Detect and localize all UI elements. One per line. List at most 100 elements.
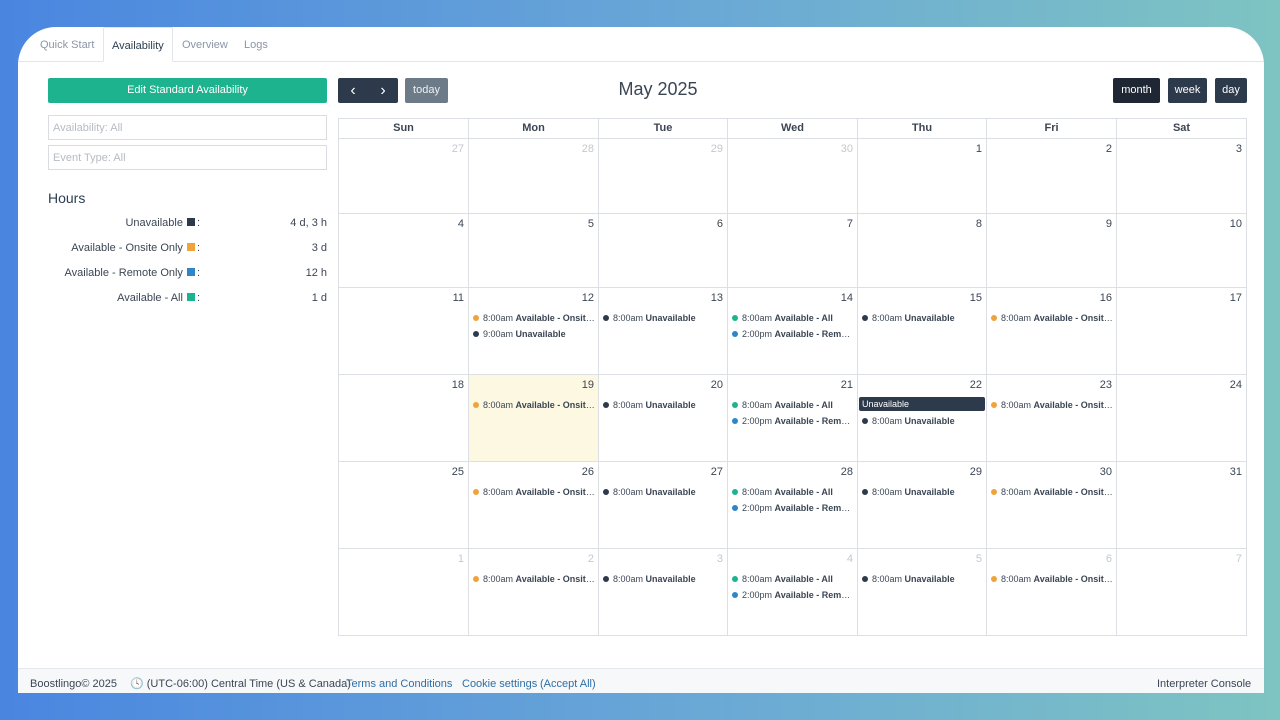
day-number[interactable]: 5 [976,553,982,565]
day-number[interactable]: 7 [847,218,853,230]
day-cell[interactable]: 2 8:00am Available - Onsite Only [469,549,599,635]
day-cell[interactable]: 24 [1117,375,1246,462]
day-cell[interactable]: 11 [339,288,469,375]
day-cell[interactable]: 7 [1117,549,1246,635]
day-cell[interactable]: 27 [339,139,469,214]
day-cell[interactable]: 1 [858,139,987,214]
day-number[interactable]: 15 [970,292,982,304]
day-number[interactable]: 8 [976,218,982,230]
tab-overview[interactable]: Overview [174,27,236,61]
day-cell[interactable]: 30 8:00am Available - Onsite Only [987,462,1117,549]
day-number[interactable]: 2 [1106,143,1112,155]
day-number[interactable]: 28 [582,143,594,155]
day-cell[interactable]: 21 8:00am Available - All 2:00pm Available… [728,375,858,462]
day-number[interactable]: 6 [1106,553,1112,565]
interpreter-console-link[interactable]: Interpreter Console [1157,669,1251,693]
day-number[interactable]: 7 [1236,553,1242,565]
day-cell[interactable]: 20 8:00am Unavailable [599,375,728,462]
day-cell[interactable]: 9 [987,214,1117,288]
day-cell[interactable]: 22 Unavailable 8:00am Unavailable [858,375,987,462]
calendar-event[interactable]: 8:00am Unavailable [862,485,984,499]
calendar-event[interactable]: 8:00am Available - Onsite Only [991,485,1114,499]
calendar-event[interactable]: 8:00am Available - All [732,485,855,499]
event-type-filter-select[interactable]: Event Type: All [48,145,327,170]
day-number[interactable]: 26 [582,466,594,478]
view-month-button[interactable]: month [1113,78,1160,103]
calendar-event[interactable]: 8:00am Available - All [732,572,855,586]
day-number[interactable]: 1 [976,143,982,155]
calendar-event[interactable]: 8:00am Unavailable [862,414,984,428]
day-number[interactable]: 27 [711,466,723,478]
day-number[interactable]: 29 [970,466,982,478]
day-number[interactable]: 3 [717,553,723,565]
view-day-button[interactable]: day [1215,78,1247,103]
calendar-event[interactable]: 8:00am Available - Onsite Only [991,572,1114,586]
calendar-event[interactable]: 8:00am Unavailable [603,311,725,325]
day-cell[interactable]: 4 [339,214,469,288]
day-cell[interactable]: 6 [599,214,728,288]
day-number[interactable]: 4 [458,218,464,230]
next-month-button[interactable]: › [368,78,398,103]
day-number[interactable]: 23 [1100,379,1112,391]
day-cell[interactable]: 25 [339,462,469,549]
day-cell[interactable]: 8 [858,214,987,288]
day-cell[interactable]: 17 [1117,288,1246,375]
calendar-event[interactable]: 8:00am Available - Onsite Only [473,398,596,412]
calendar-event[interactable]: 8:00am Unavailable [862,572,984,586]
day-cell[interactable]: 19 8:00am Available - Onsite Only [469,375,599,462]
calendar-event[interactable]: 8:00am Unavailable [862,311,984,325]
day-cell[interactable]: 28 [469,139,599,214]
availability-filter-select[interactable]: Availability: All [48,115,327,140]
calendar-event[interactable]: 8:00am Available - All [732,398,855,412]
day-number[interactable]: 10 [1230,218,1242,230]
day-number[interactable]: 3 [1236,143,1242,155]
day-number[interactable]: 5 [588,218,594,230]
day-cell[interactable]: 18 [339,375,469,462]
day-number[interactable]: 31 [1230,466,1242,478]
day-cell[interactable]: 128:00am Available - Onsite Only9:00am U… [469,288,599,375]
cookie-settings-link[interactable]: Cookie settings [462,669,537,693]
day-cell[interactable]: 28 8:00am Available - All 2:00pm Available… [728,462,858,549]
day-cell[interactable]: 26 8:00am Available - Onsite Only [469,462,599,549]
tab-quick-start[interactable]: Quick Start [32,27,102,61]
day-number[interactable]: 28 [841,466,853,478]
day-number[interactable]: 11 [453,292,464,304]
day-cell[interactable]: 15 8:00am Unavailable [858,288,987,375]
day-number[interactable]: 16 [1100,292,1112,304]
calendar-event[interactable]: 2:00pm Available - Remote Only [732,501,855,515]
calendar-event[interactable]: 2:00pm Available - Remote Only [732,588,855,602]
calendar-event[interactable]: 8:00am Unavailable [603,485,725,499]
day-number[interactable]: 24 [1230,379,1242,391]
allday-event[interactable]: Unavailable [859,397,985,411]
calendar-event[interactable]: 8:00am Available - Onsite Only [991,398,1114,412]
calendar-event[interactable]: 8:00am Available - Onsite Only [473,485,596,499]
day-number[interactable]: 27 [452,143,464,155]
day-number[interactable]: 17 [1230,292,1242,304]
day-cell[interactable]: 5 8:00am Unavailable [858,549,987,635]
calendar-event[interactable]: 2:00pm Available - Remote Only [732,327,855,341]
day-number[interactable]: 19 [582,379,594,391]
day-cell[interactable]: 3 [1117,139,1246,214]
day-cell[interactable]: 5 [469,214,599,288]
day-cell[interactable]: 23 8:00am Available - Onsite Only [987,375,1117,462]
day-number[interactable]: 21 [841,379,853,391]
calendar-event[interactable]: 8:00am Available - Onsite Only [473,572,596,586]
tab-logs[interactable]: Logs [236,27,276,61]
day-cell[interactable]: 31 [1117,462,1246,549]
day-cell[interactable]: 6 8:00am Available - Onsite Only [987,549,1117,635]
calendar-event[interactable]: 8:00am Available - All [732,311,855,325]
day-cell[interactable]: 2 [987,139,1117,214]
day-number[interactable]: 29 [711,143,723,155]
accept-all-link[interactable]: (Accept All) [540,669,596,693]
day-number[interactable]: 1 [458,553,464,565]
day-cell[interactable]: 10 [1117,214,1246,288]
day-cell[interactable]: 27 8:00am Unavailable [599,462,728,549]
calendar-event[interactable]: 8:00am Unavailable [603,572,725,586]
day-number[interactable]: 12 [582,292,594,304]
day-cell[interactable]: 29 8:00am Unavailable [858,462,987,549]
terms-link[interactable]: Terms and Conditions [346,669,452,693]
today-button[interactable]: today [405,78,448,103]
day-cell[interactable]: 30 [728,139,858,214]
day-cell[interactable]: 16 8:00am Available - Onsite Only [987,288,1117,375]
day-number[interactable]: 4 [847,553,853,565]
